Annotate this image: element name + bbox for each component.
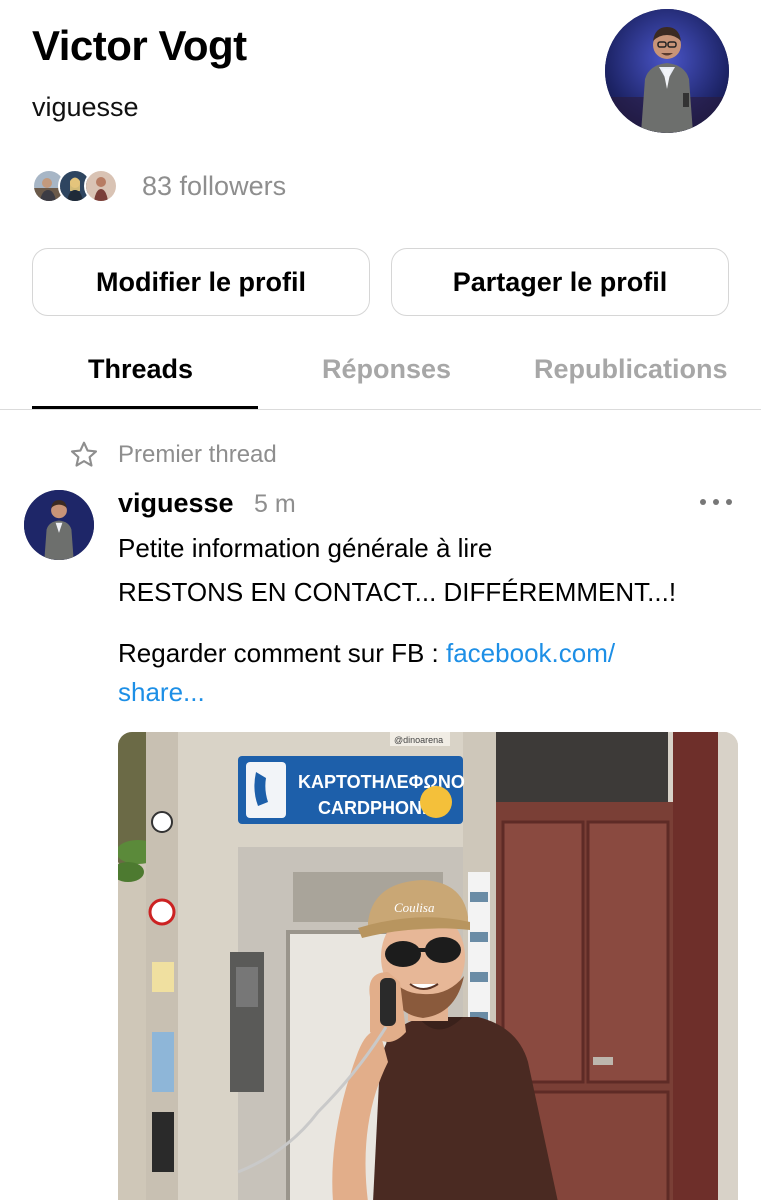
svg-text:@dinoarena: @dinoarena xyxy=(394,735,443,745)
more-icon[interactable] xyxy=(700,490,732,514)
star-icon xyxy=(68,439,100,471)
avatar-photo xyxy=(605,9,729,133)
cap-text: Coulisa xyxy=(394,900,435,915)
svg-text:Coulisa: Coulisa xyxy=(394,900,435,915)
profile-tabs: Threads Réponses Republications xyxy=(0,340,761,410)
profile-handle: viguesse xyxy=(32,92,139,122)
post-link-line: Regarder comment sur FB : facebook.com/ xyxy=(118,638,615,669)
booth-sticker: @dinoarena xyxy=(394,735,443,745)
active-tab-indicator xyxy=(32,406,258,409)
edit-profile-button[interactable]: Modifier le profil xyxy=(32,248,370,316)
followers-row[interactable]: 83 followers xyxy=(32,166,286,206)
pinned-label-row: Premier thread xyxy=(68,438,277,472)
post-text-line: Petite information générale à lire xyxy=(118,533,493,563)
post-link-prefix: Regarder comment sur FB : xyxy=(118,638,446,668)
post-link-continued[interactable]: share... xyxy=(118,677,205,707)
tab-threads[interactable]: Threads xyxy=(88,354,193,385)
profile-name: Victor Vogt xyxy=(32,22,247,69)
booth-sign-english: CARDPHONE xyxy=(318,798,434,818)
share-profile-button[interactable]: Partager le profil xyxy=(391,248,729,316)
follower-avatars xyxy=(32,167,124,205)
svg-text:CARDPHONE: CARDPHONE xyxy=(318,798,434,818)
profile-avatar[interactable] xyxy=(605,9,729,133)
post-image[interactable]: ΚΑΡΤΟΤΗΛΕΦΩΝΟ CARDPHONE @dinoarena Couli… xyxy=(118,732,738,1200)
post-photo: ΚΑΡΤΟΤΗΛΕΦΩΝΟ CARDPHONE @dinoarena Couli… xyxy=(118,732,738,1200)
tab-reposts[interactable]: Republications xyxy=(534,354,728,385)
post-link[interactable]: facebook.com/ xyxy=(446,638,615,668)
post-username[interactable]: viguesse xyxy=(118,488,234,519)
post-author-avatar[interactable] xyxy=(24,490,94,560)
post-link-continuation: share... xyxy=(118,677,205,708)
follower-avatar xyxy=(84,169,118,203)
tab-replies[interactable]: Réponses xyxy=(322,354,451,385)
post-text-line: RESTONS EN CONTACT... DIFFÉREMMENT...! xyxy=(118,577,677,607)
post-timestamp: 5 m xyxy=(254,490,296,518)
pinned-label: Premier thread xyxy=(118,441,277,468)
followers-count[interactable]: 83 followers xyxy=(142,171,286,202)
